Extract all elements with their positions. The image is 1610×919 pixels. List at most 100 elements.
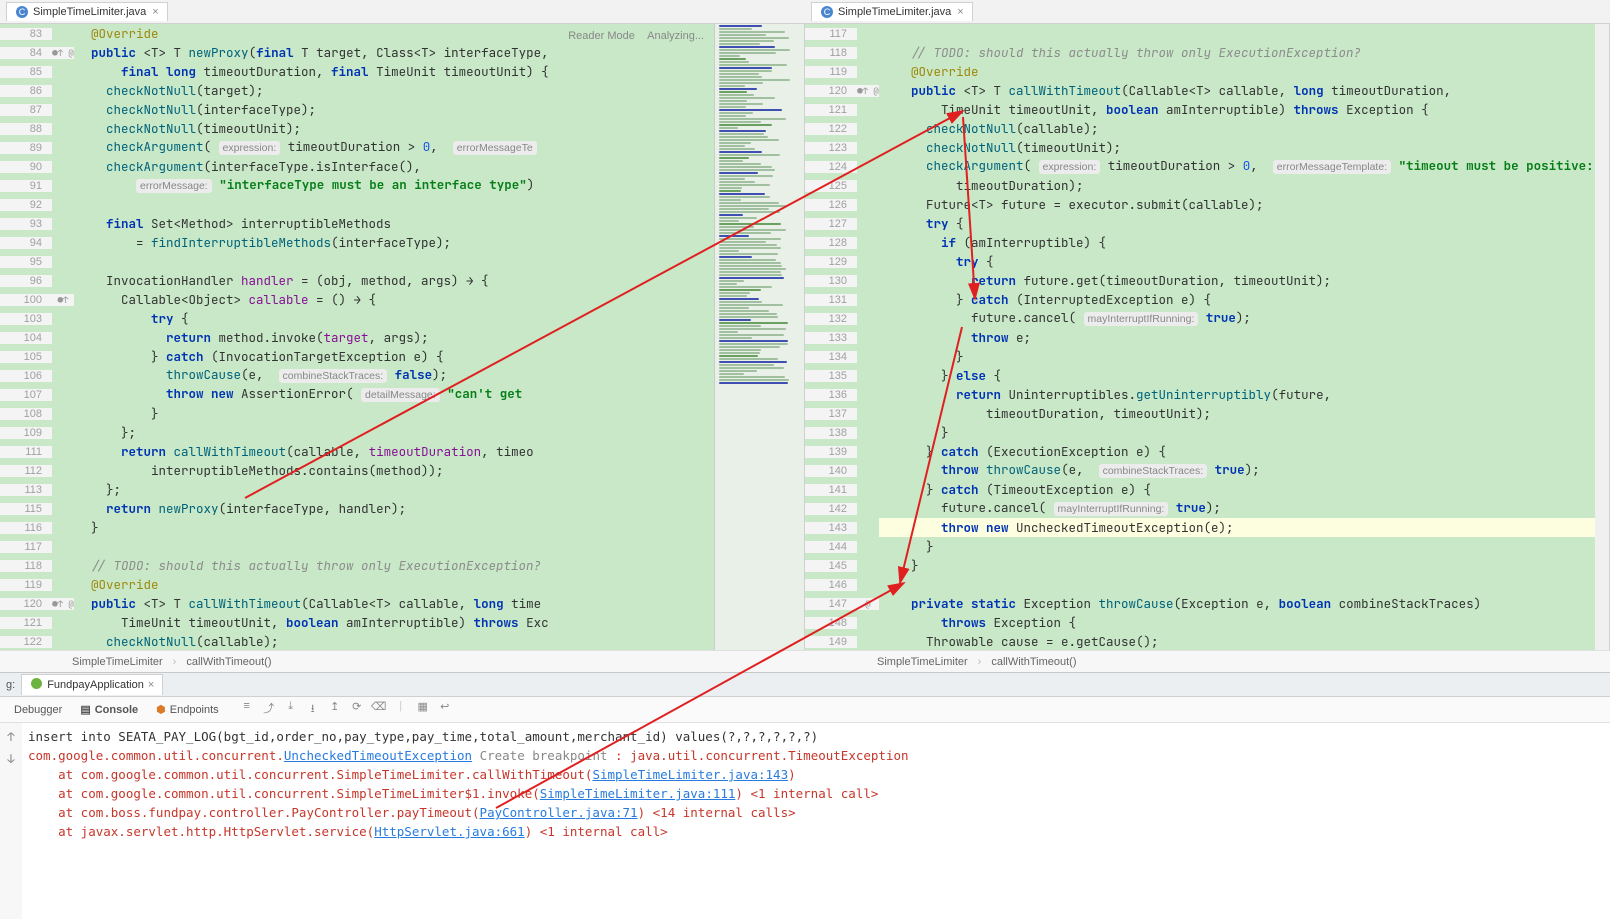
code-text[interactable]: = findInterruptibleMethods(interfaceType… [74, 233, 792, 252]
code-text[interactable]: checkArgument( expression: timeoutDurati… [879, 156, 1597, 177]
code-line[interactable]: 93 final Set<Method> interruptibleMethod… [0, 214, 792, 233]
code-line[interactable]: 96 InvocationHandler handler = (obj, met… [0, 271, 792, 290]
tab-console[interactable]: ▤ Console [72, 699, 146, 720]
code-line[interactable]: 134 } [805, 347, 1597, 366]
code-text[interactable]: checkNotNull(timeoutUnit); [74, 119, 792, 138]
code-text[interactable] [74, 252, 792, 271]
line-number[interactable]: 107 [0, 389, 52, 401]
code-line[interactable]: 117 [0, 537, 792, 556]
code-text[interactable]: } catch (TimeoutException e) { [879, 480, 1597, 499]
code-text[interactable]: throw throwCause(e, combineStackTraces: … [879, 460, 1597, 481]
code-text[interactable]: checkNotNull(target); [74, 81, 792, 100]
line-number[interactable]: 106 [0, 370, 52, 382]
code-text[interactable]: future.cancel( mayInterruptIfRunning: tr… [879, 498, 1597, 519]
line-number[interactable]: 133 [805, 332, 857, 344]
line-number[interactable]: 132 [805, 313, 857, 325]
wrap-icon[interactable]: ↩ [437, 700, 453, 719]
line-number[interactable]: 145 [805, 560, 857, 572]
code-line[interactable]: 135 } else { [805, 366, 1597, 385]
line-number[interactable]: 85 [0, 66, 52, 78]
line-number[interactable]: 118 [805, 47, 857, 59]
line-number[interactable]: 127 [805, 218, 857, 230]
line-number[interactable]: 139 [805, 446, 857, 458]
line-number[interactable]: 119 [805, 66, 857, 78]
step-up-icon[interactable]: ⤴ [261, 700, 277, 719]
code-line[interactable]: 128 if (amInterruptible) { [805, 233, 1597, 252]
code-line[interactable]: 105 } catch (InvocationTargetException e… [0, 347, 792, 366]
code-text[interactable]: TimeUnit timeoutUnit, boolean amInterrup… [74, 613, 792, 632]
code-text[interactable]: private static Exception throwCause(Exce… [879, 594, 1597, 613]
code-text[interactable]: } [879, 556, 1597, 575]
code-line[interactable]: 119 @Override [0, 575, 792, 594]
line-number[interactable]: 105 [0, 351, 52, 363]
line-number[interactable]: 123 [805, 142, 857, 154]
console-line[interactable]: at javax.servlet.http.HttpServlet.servic… [28, 822, 1604, 841]
line-number[interactable]: 115 [0, 503, 52, 515]
code-line[interactable]: 90 checkArgument(interfaceType.isInterfa… [0, 157, 792, 176]
code-text[interactable]: return Uninterruptibles.getUninterruptib… [879, 385, 1597, 404]
code-text[interactable]: } [74, 518, 792, 537]
line-number[interactable]: 92 [0, 199, 52, 211]
code-line[interactable]: 140 throw throwCause(e, combineStackTrac… [805, 461, 1597, 480]
code-line[interactable]: 121 TimeUnit timeoutUnit, boolean amInte… [805, 100, 1597, 119]
code-text[interactable]: } [879, 423, 1597, 442]
line-number[interactable]: 89 [0, 142, 52, 154]
line-number[interactable]: 109 [0, 427, 52, 439]
code-line[interactable]: 85 final long timeoutDuration, final Tim… [0, 62, 792, 81]
line-number[interactable]: 116 [0, 522, 52, 534]
code-text[interactable]: @Override [74, 575, 792, 594]
code-text[interactable]: checkNotNull(callable); [74, 632, 792, 650]
code-text[interactable]: checkNotNull(timeoutUnit); [879, 138, 1597, 157]
run-config-tab[interactable]: FundpayApplication × [21, 674, 163, 695]
line-number[interactable]: 120 [0, 598, 52, 610]
console-line[interactable]: at com.google.common.util.concurrent.Sim… [28, 784, 1604, 803]
line-number[interactable]: 121 [0, 617, 52, 629]
down-arrow-icon[interactable]: ↓ [7, 751, 14, 767]
code-text[interactable]: throw new AssertionError( detailMessage:… [74, 384, 792, 405]
code-text[interactable]: throw new UncheckedTimeoutException(e); [879, 518, 1597, 537]
scroll-strip-right[interactable] [1595, 24, 1609, 650]
code-text[interactable]: return method.invoke(target, args); [74, 328, 792, 347]
line-number[interactable]: 122 [805, 123, 857, 135]
code-line[interactable]: 118 // TODO: should this actually throw … [805, 43, 1597, 62]
close-icon[interactable]: × [152, 6, 158, 18]
console-line[interactable]: at com.google.common.util.concurrent.Sim… [28, 765, 1604, 784]
up-icon[interactable]: ↥ [327, 700, 343, 719]
code-text[interactable]: } [879, 537, 1597, 556]
line-number[interactable]: 149 [805, 636, 857, 648]
breadcrumb-file[interactable]: SimpleTimeLimiter [877, 656, 968, 668]
code-text[interactable]: try { [74, 309, 792, 328]
gutter-icons[interactable]: ●↑ [52, 294, 74, 306]
gutter-icons[interactable]: ●↑ @ [52, 598, 74, 610]
code-text[interactable] [879, 575, 1597, 594]
tab-left-file[interactable]: C SimpleTimeLimiter.java × [6, 2, 168, 21]
line-number[interactable]: 100 [0, 294, 52, 306]
code-text[interactable]: @Override [879, 62, 1597, 81]
line-number[interactable]: 144 [805, 541, 857, 553]
code-text[interactable]: try { [879, 252, 1597, 271]
line-number[interactable]: 142 [805, 503, 857, 515]
code-line[interactable]: 115 return newProxy(interfaceType, handl… [0, 499, 792, 518]
code-text[interactable]: public <T> T callWithTimeout(Callable<T>… [879, 81, 1597, 100]
line-number[interactable]: 87 [0, 104, 52, 116]
close-icon[interactable]: × [148, 679, 154, 691]
code-text[interactable]: if (amInterruptible) { [879, 233, 1597, 252]
line-number[interactable]: 136 [805, 389, 857, 401]
code-line[interactable]: 125 timeoutDuration); [805, 176, 1597, 195]
line-number[interactable]: 143 [805, 522, 857, 534]
code-line[interactable]: 139 } catch (ExecutionException e) { [805, 442, 1597, 461]
code-text[interactable] [74, 195, 792, 214]
code-line[interactable]: 107 throw new AssertionError( detailMess… [0, 385, 792, 404]
code-line[interactable]: 141 } catch (TimeoutException e) { [805, 480, 1597, 499]
code-line[interactable]: 103 try { [0, 309, 792, 328]
code-line[interactable]: 116 } [0, 518, 792, 537]
code-line[interactable]: 104 return method.invoke(target, args); [0, 328, 792, 347]
line-number[interactable]: 126 [805, 199, 857, 211]
code-line[interactable]: 92 [0, 195, 792, 214]
filter-icon[interactable]: ≡ [239, 700, 255, 719]
code-text[interactable]: // TODO: should this actually throw only… [74, 556, 792, 575]
line-number[interactable]: 117 [0, 541, 52, 553]
code-text[interactable]: Throwable cause = e.getCause(); [879, 632, 1597, 650]
tab-debugger[interactable]: Debugger [6, 700, 70, 720]
code-text[interactable]: timeoutDuration); [879, 176, 1597, 195]
